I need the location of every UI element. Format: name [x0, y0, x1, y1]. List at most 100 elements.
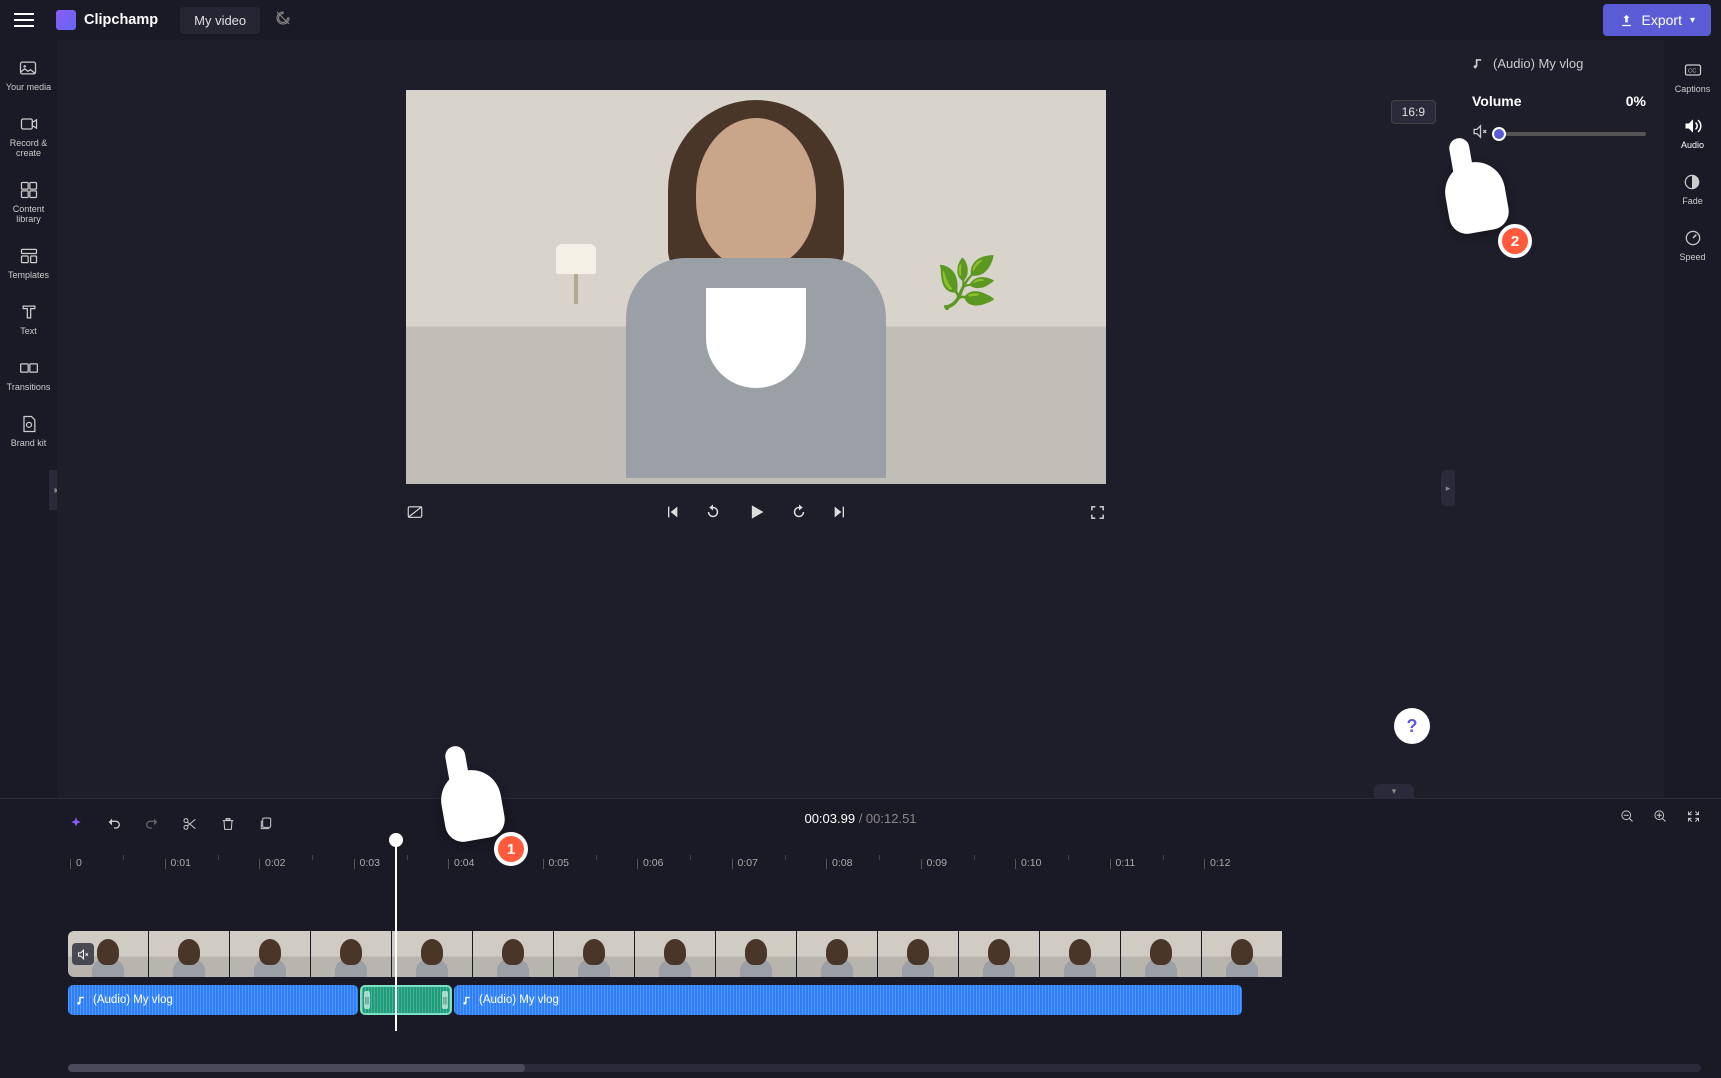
- fit-timeline-button[interactable]: [1686, 809, 1701, 824]
- sync-off-icon[interactable]: [274, 9, 292, 32]
- captions-icon: CC: [1683, 60, 1703, 80]
- timecode: 00:03.99 / 00:12.51: [804, 811, 916, 826]
- preview-decor: 🌿: [936, 254, 1016, 344]
- sidebar-item-brand-kit[interactable]: Brand kit: [9, 404, 49, 458]
- detach-preview-button[interactable]: [406, 503, 424, 521]
- record-icon: [19, 114, 39, 134]
- play-button[interactable]: [746, 502, 766, 522]
- templates-icon: [19, 246, 39, 266]
- brand-icon: [19, 414, 39, 434]
- audio-icon: [1683, 116, 1703, 136]
- music-note-icon: [76, 995, 87, 1006]
- video-thumbnail: [716, 931, 796, 977]
- video-thumbnail: [473, 931, 553, 977]
- video-thumbnail: [1202, 931, 1282, 977]
- video-thumbnail: [635, 931, 715, 977]
- volume-label: Volume: [1472, 93, 1522, 109]
- export-button[interactable]: Export ▾: [1603, 4, 1712, 36]
- duplicate-button[interactable]: [258, 816, 274, 832]
- sidebar-item-templates[interactable]: Templates: [6, 236, 51, 290]
- clip-handle-left[interactable]: ||: [364, 991, 370, 1009]
- menu-button[interactable]: [10, 6, 38, 34]
- sidebar-item-your-media[interactable]: Your media: [4, 48, 53, 102]
- tab-captions[interactable]: CC Captions: [1673, 54, 1713, 100]
- undo-button[interactable]: [106, 816, 122, 832]
- tab-speed[interactable]: Speed: [1677, 222, 1707, 268]
- ruler-tick: 0:07: [738, 857, 758, 869]
- ruler-tick: 0:05: [549, 857, 569, 869]
- app-name: Clipchamp: [84, 12, 158, 28]
- rewind-5s-button[interactable]: [704, 503, 722, 521]
- volume-value: 0%: [1626, 93, 1646, 109]
- video-thumbnail: [1121, 931, 1201, 977]
- ruler-tick: 0:02: [265, 857, 285, 869]
- app-logo[interactable]: Clipchamp: [56, 10, 158, 30]
- video-thumbnail: [959, 931, 1039, 977]
- playhead[interactable]: [395, 841, 397, 1031]
- library-icon: [19, 180, 39, 200]
- video-thumbnail: [1040, 931, 1120, 977]
- ruler-tick: 0:03: [360, 857, 380, 869]
- audio-clip[interactable]: (Audio) My vlog: [68, 985, 358, 1015]
- skip-forward-button[interactable]: [832, 504, 848, 520]
- ruler-tick: 0:06: [643, 857, 663, 869]
- video-thumbnail: [230, 931, 310, 977]
- media-icon: [18, 58, 38, 78]
- split-button[interactable]: [182, 816, 198, 832]
- skip-back-button[interactable]: [664, 504, 680, 520]
- video-thumbnail: [311, 931, 391, 977]
- ruler-tick: 0:01: [171, 857, 191, 869]
- timeline-ruler[interactable]: 0 0:01 0:02 0:03 0:04 0:05 0:06 0:07 0:08 0:09 0:1…: [68, 849, 1709, 877]
- redo-button[interactable]: [144, 816, 160, 832]
- help-button[interactable]: ?: [1394, 708, 1430, 744]
- video-thumbnail: [797, 931, 877, 977]
- project-title[interactable]: My video: [180, 7, 260, 34]
- tab-fade[interactable]: Fade: [1680, 166, 1705, 212]
- video-thumbnail: [878, 931, 958, 977]
- video-preview[interactable]: 🌿: [406, 90, 1106, 484]
- zoom-in-button[interactable]: [1653, 809, 1668, 824]
- video-track[interactable]: [68, 931, 1709, 977]
- zoom-out-button[interactable]: [1620, 809, 1635, 824]
- property-panel: (Audio) My vlog Volume 0%: [1454, 40, 1664, 798]
- music-note-icon: [462, 995, 473, 1006]
- volume-slider-thumb[interactable]: [1492, 127, 1506, 141]
- tab-audio[interactable]: Audio: [1679, 110, 1706, 156]
- clip-handle-right[interactable]: ||: [442, 991, 448, 1009]
- ruler-tick: 0: [76, 857, 82, 869]
- right-sidebar: CC Captions Audio Fade Speed: [1664, 40, 1721, 798]
- logo-icon: [56, 10, 76, 30]
- auto-enhance-button[interactable]: [68, 816, 84, 832]
- selected-clip-header: (Audio) My vlog: [1472, 56, 1646, 71]
- speed-icon: [1683, 228, 1703, 248]
- ruler-tick: 0:04: [454, 857, 474, 869]
- audio-clip[interactable]: (Audio) My vlog: [454, 985, 1242, 1015]
- audio-clip-selected[interactable]: || ||: [360, 985, 452, 1015]
- timeline-scrollbar[interactable]: [68, 1064, 1701, 1072]
- aspect-ratio-button[interactable]: 16:9: [1391, 100, 1436, 124]
- sidebar-item-text[interactable]: Text: [17, 292, 41, 346]
- sidebar-item-transitions[interactable]: Transitions: [5, 348, 53, 402]
- timeline: 00:03.99 / 00:12.51 0 0:01 0:02 0:03 0:04 0:0…: [0, 798, 1721, 1078]
- forward-5s-button[interactable]: [790, 503, 808, 521]
- music-note-icon: [1472, 57, 1485, 70]
- transitions-icon: [19, 358, 39, 378]
- collapse-right-button[interactable]: ▸: [1441, 470, 1455, 506]
- text-icon: [19, 302, 39, 322]
- ruler-tick: 0:09: [927, 857, 947, 869]
- sidebar-item-content-library[interactable]: Content library: [0, 170, 57, 234]
- delete-button[interactable]: [220, 816, 236, 832]
- video-thumbnail: [149, 931, 229, 977]
- chevron-down-icon: ▾: [1690, 15, 1695, 26]
- fade-icon: [1682, 172, 1702, 192]
- fullscreen-button[interactable]: [1089, 504, 1106, 521]
- track-mute-icon[interactable]: [72, 943, 94, 965]
- ruler-tick: 0:11: [1116, 857, 1136, 869]
- mute-button[interactable]: [1472, 123, 1489, 145]
- scrollbar-thumb[interactable]: [68, 1064, 525, 1072]
- preview-area: 16:9 🌿 ? ▸ ▾: [57, 40, 1454, 798]
- ruler-tick: 0:08: [832, 857, 852, 869]
- volume-slider[interactable]: [1499, 132, 1646, 136]
- sidebar-item-record-create[interactable]: Record & create: [0, 104, 57, 168]
- collapse-bottom-button[interactable]: ▾: [1374, 784, 1414, 798]
